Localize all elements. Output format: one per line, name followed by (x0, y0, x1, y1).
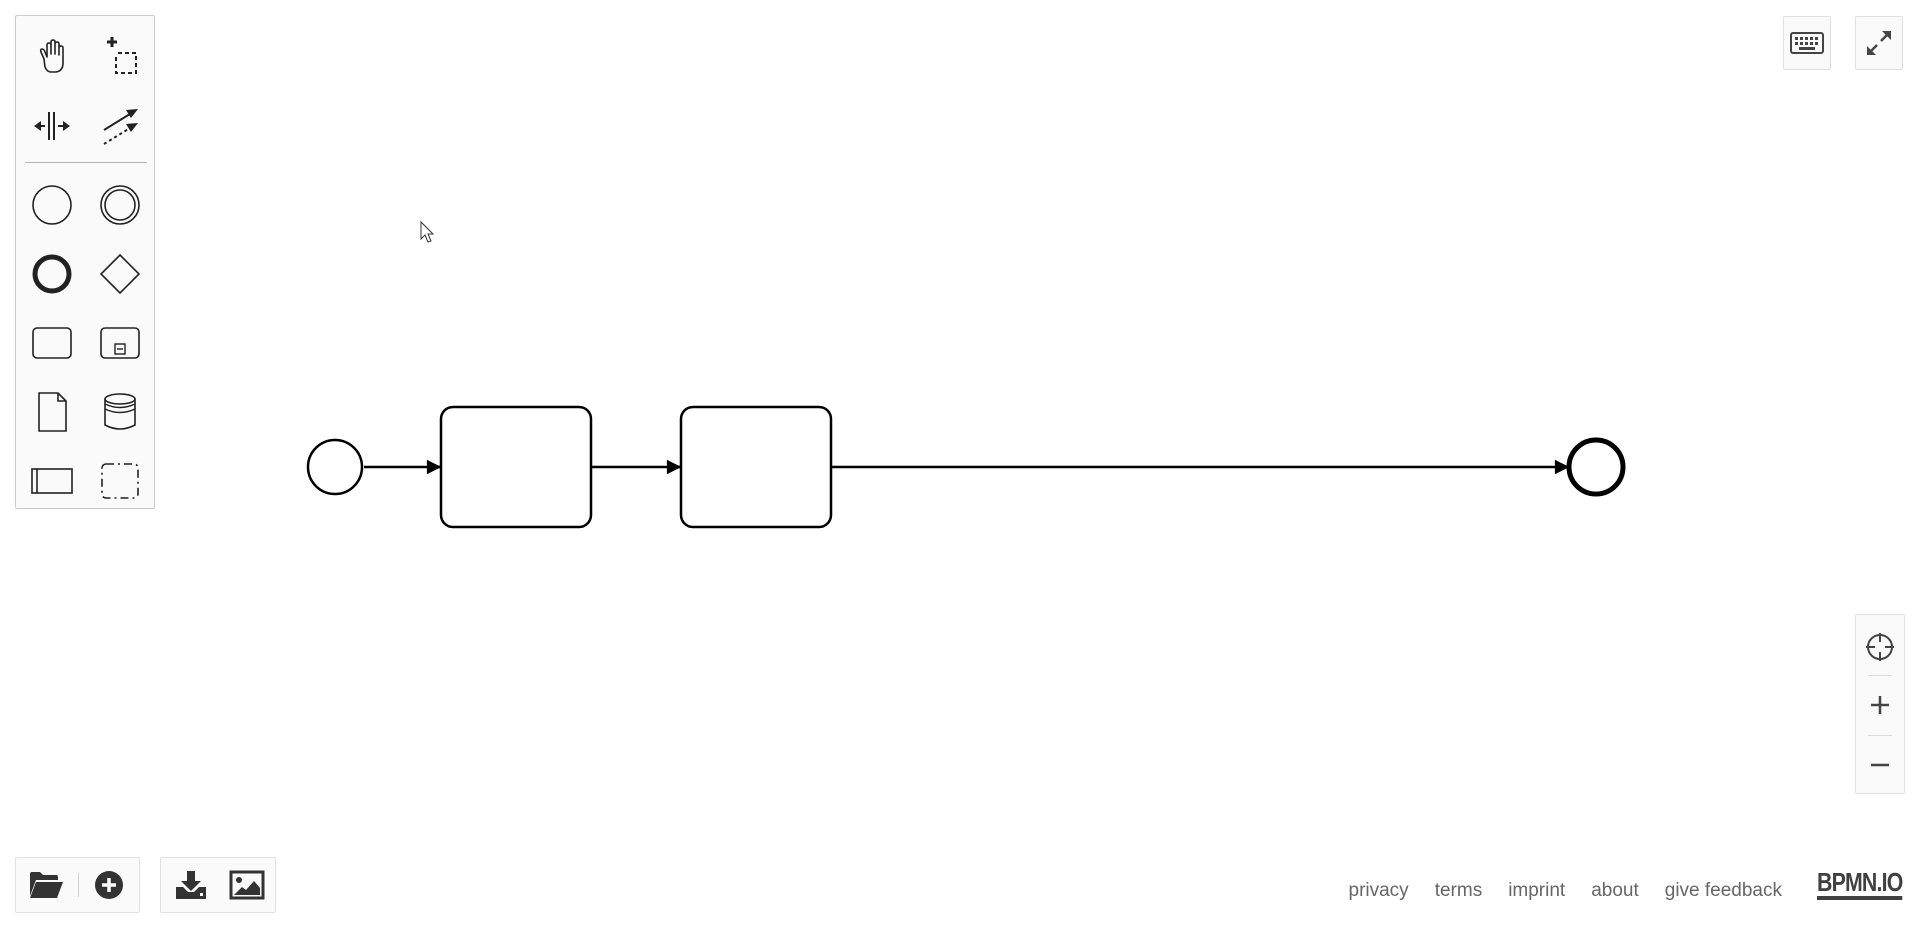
zoom-out-icon (1871, 763, 1889, 767)
mouse-cursor (420, 220, 435, 243)
export-image-icon (229, 870, 265, 900)
pool-icon (31, 468, 73, 494)
terms-link[interactable]: terms (1435, 880, 1483, 902)
task[interactable] (679, 405, 833, 529)
footer-links: privacy terms imprint about give feedbac… (1349, 880, 1783, 902)
about-link[interactable]: about (1591, 880, 1639, 902)
palette (15, 15, 155, 509)
privacy-link[interactable]: privacy (1349, 880, 1409, 902)
subprocess-icon (100, 327, 140, 359)
hand-tool[interactable] (26, 31, 78, 83)
bpmn-modeler: privacy terms imprint about give feedbac… (0, 0, 1920, 929)
reset-zoom-button[interactable] (1856, 618, 1904, 676)
reset-zoom-icon (1866, 633, 1894, 661)
create-data-store[interactable] (94, 386, 146, 438)
end-event-icon (32, 254, 72, 294)
task-icon (32, 327, 72, 359)
create-group[interactable] (94, 455, 146, 507)
new-diagram-icon (95, 871, 123, 899)
new-diagram-button[interactable] (79, 858, 139, 912)
zoom-in-icon (1871, 696, 1889, 714)
create-task[interactable] (26, 317, 78, 369)
open-folder-icon (30, 872, 63, 898)
create-data-object[interactable] (26, 386, 78, 438)
connect-arrow-icon (103, 109, 138, 145)
end-event[interactable] (1566, 437, 1626, 497)
data-store-icon (104, 393, 136, 430)
create-start-event[interactable] (26, 179, 78, 231)
open-diagram-button[interactable] (16, 858, 76, 912)
zoom-in-button[interactable] (1856, 676, 1904, 734)
diagram-canvas[interactable] (0, 0, 1920, 929)
create-pool[interactable] (26, 455, 78, 507)
global-connect-tool[interactable] (94, 100, 146, 152)
space-tool[interactable] (26, 100, 78, 152)
create-subprocess[interactable] (94, 317, 146, 369)
export-button-group (160, 857, 276, 913)
download-bpmn-button[interactable] (161, 858, 221, 912)
zoom-controls (1855, 614, 1905, 794)
download-icon (176, 871, 206, 899)
fullscreen-button[interactable] (1855, 16, 1903, 70)
start-event[interactable] (306, 438, 364, 496)
palette-separator (25, 162, 147, 163)
zoom-out-button[interactable] (1856, 736, 1904, 794)
space-icon (34, 112, 70, 140)
keyboard-icon (1790, 32, 1824, 54)
intermediate-event-icon (100, 185, 140, 225)
download-image-button[interactable] (217, 858, 277, 912)
lasso-icon (107, 37, 137, 74)
bpmn-io-logo[interactable]: BPMN.IO (1817, 868, 1903, 900)
create-gateway[interactable] (94, 248, 146, 300)
gateway-icon (99, 253, 141, 295)
feedback-link[interactable]: give feedback (1665, 880, 1782, 902)
group-icon (101, 463, 139, 499)
data-object-icon (38, 392, 67, 432)
create-intermediate-event[interactable] (94, 179, 146, 231)
task[interactable] (439, 405, 593, 529)
lasso-tool[interactable] (94, 31, 146, 83)
file-button-group (15, 857, 140, 913)
create-end-event[interactable] (26, 248, 78, 300)
keyboard-shortcuts-button[interactable] (1783, 16, 1831, 70)
imprint-link[interactable]: imprint (1508, 880, 1565, 902)
fullscreen-icon (1867, 31, 1891, 55)
start-event-icon (32, 185, 72, 225)
hand-icon (39, 39, 64, 73)
